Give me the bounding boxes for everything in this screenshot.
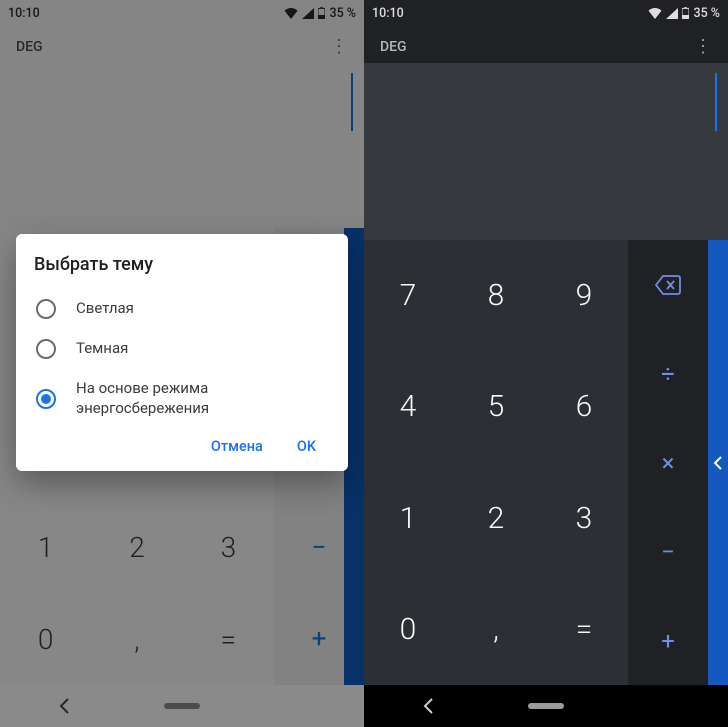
chevron-left-icon [713, 456, 723, 470]
key-4[interactable]: 4 [364, 351, 452, 462]
overflow-menu-icon[interactable]: ⋮ [690, 32, 716, 61]
key-decimal[interactable]: , [452, 574, 540, 685]
radio-icon [36, 339, 56, 359]
key-0[interactable]: 0 [364, 574, 452, 685]
key-equals[interactable]: = [540, 574, 628, 685]
signal-icon [666, 8, 678, 19]
ok-button[interactable]: OK [297, 438, 316, 455]
calc-display[interactable] [364, 63, 728, 251]
key-6[interactable]: 6 [540, 351, 628, 462]
theme-option-label: Светлая [76, 299, 134, 319]
theme-dialog: Выбрать тему Светлая Темная На основе ре… [16, 234, 348, 471]
key-9[interactable]: 9 [540, 240, 628, 351]
number-pad: 7 8 9 4 5 6 1 2 3 0 , = [364, 240, 628, 685]
theme-option-label: На основе режима энергосбережения [76, 379, 328, 418]
wifi-icon [648, 8, 662, 19]
cancel-button[interactable]: Отмена [211, 438, 263, 455]
advanced-panel-handle[interactable] [708, 240, 728, 685]
input-cursor [715, 73, 717, 131]
radio-icon [36, 299, 56, 319]
theme-option-battery-saver[interactable]: На основе режима энергосбережения [34, 369, 330, 428]
phone-light: 10:10 35 % DEG ⋮ 1 2 3 0 , = − + [0, 0, 364, 727]
radio-icon-selected [36, 389, 56, 409]
key-1[interactable]: 1 [364, 463, 452, 574]
phone-dark: 10:10 35 % DEG ⋮ 7 8 9 4 5 6 1 2 3 0 , = [364, 0, 728, 727]
key-multiply[interactable]: × [628, 418, 708, 507]
calc-header: DEG ⋮ [364, 26, 728, 63]
status-bar: 10:10 35 % [364, 0, 728, 26]
nav-bar [364, 685, 728, 727]
dialog-actions: Отмена OK [34, 428, 330, 461]
status-icons: 35 % [648, 6, 720, 21]
battery-icon [682, 7, 689, 19]
backspace-icon [655, 275, 681, 295]
nav-back-icon[interactable] [420, 697, 438, 715]
key-divide[interactable]: ÷ [628, 329, 708, 418]
key-2[interactable]: 2 [452, 463, 540, 574]
key-5[interactable]: 5 [452, 351, 540, 462]
angle-mode-label[interactable]: DEG [380, 39, 407, 55]
key-3[interactable]: 3 [540, 463, 628, 574]
key-minus[interactable]: − [628, 507, 708, 596]
theme-option-label: Темная [76, 339, 128, 359]
status-clock: 10:10 [372, 6, 404, 21]
theme-option-dark[interactable]: Темная [34, 329, 330, 369]
operator-pad: ÷ × − + [628, 240, 708, 685]
dialog-title: Выбрать тему [34, 254, 330, 275]
keypad: 7 8 9 4 5 6 1 2 3 0 , = ÷ × − + [364, 240, 728, 685]
key-plus[interactable]: + [628, 596, 708, 685]
nav-home-pill[interactable] [528, 703, 564, 709]
battery-text: 35 % [693, 6, 720, 21]
key-8[interactable]: 8 [452, 240, 540, 351]
theme-option-light[interactable]: Светлая [34, 289, 330, 329]
key-backspace[interactable] [628, 240, 708, 329]
key-7[interactable]: 7 [364, 240, 452, 351]
